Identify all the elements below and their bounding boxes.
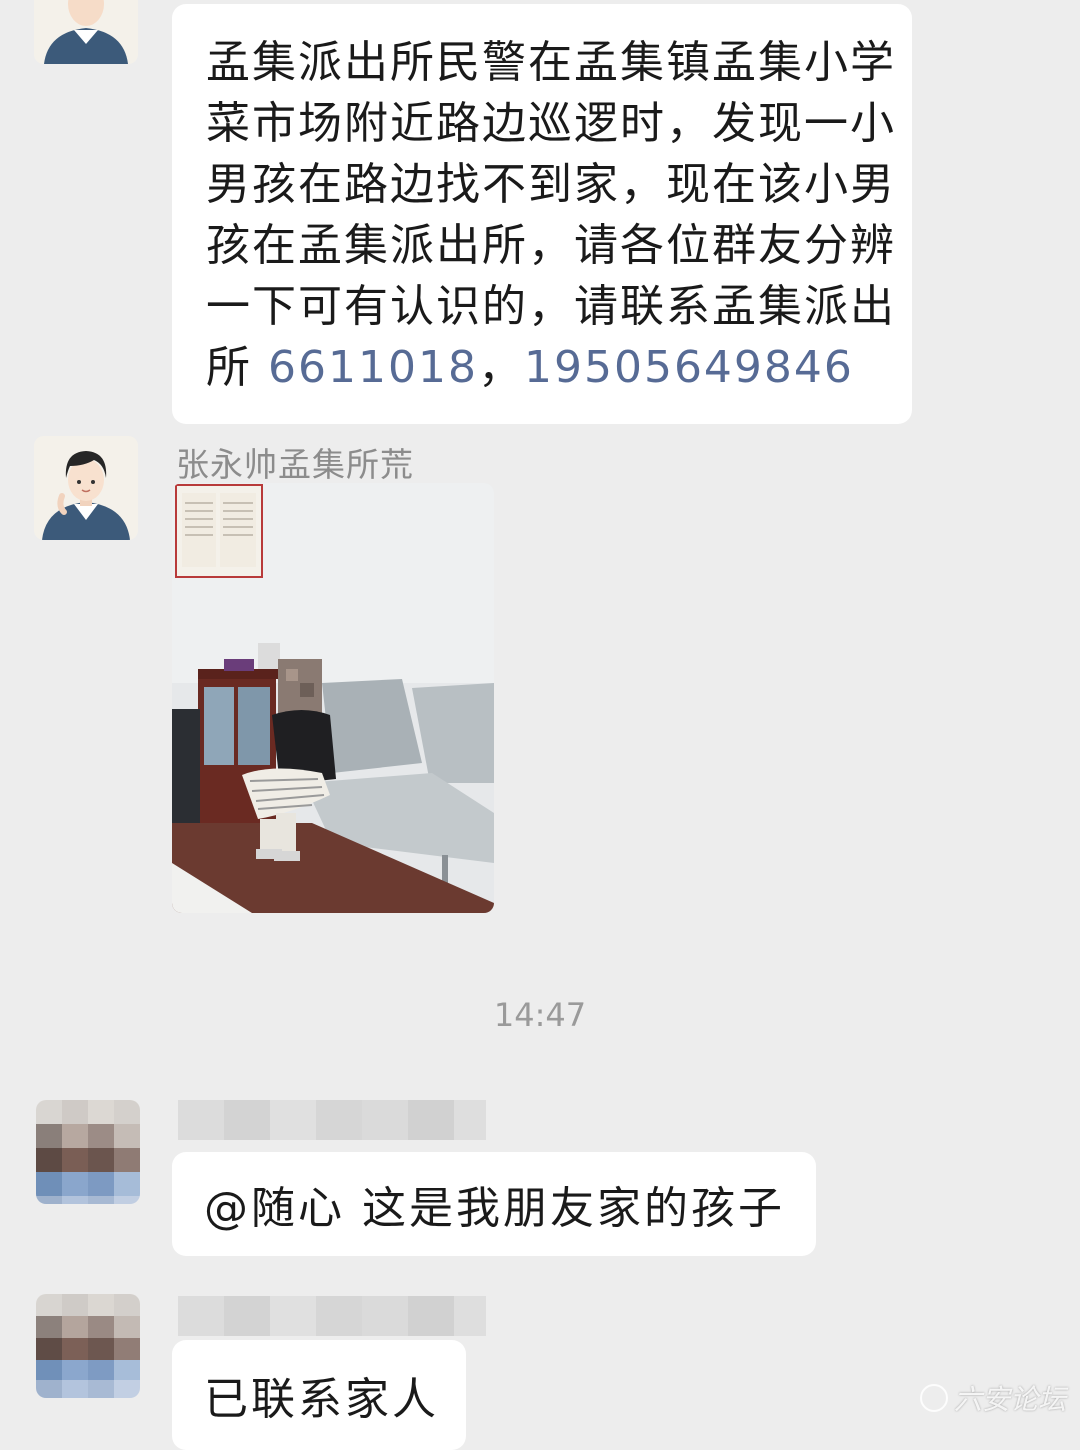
blurred-sender-name: [178, 1100, 486, 1140]
watermark: 六安论坛: [919, 1378, 1066, 1418]
image-message[interactable]: [172, 483, 494, 913]
watermark-logo-icon: [919, 1384, 948, 1412]
timestamp: 14:47: [493, 996, 587, 1034]
message-line: 一下可有认识的，请联系孟集派出: [206, 281, 896, 332]
sender-avatar[interactable]: [34, 436, 138, 540]
message-line: 孩在孟集派出所，请各位群友分辨: [206, 220, 896, 271]
message-line: 孟集派出所民警在孟集镇孟集小学: [206, 37, 896, 88]
sender-name: 张永帅孟集所荒: [176, 445, 414, 484]
message-text: 已联系家人: [204, 1374, 439, 1425]
sender-avatar[interactable]: [36, 1100, 140, 1204]
blurred-sender-name: [178, 1296, 486, 1336]
phone-link[interactable]: 6611018: [268, 342, 478, 393]
message-line-last: 所 6611018，19505649846: [206, 337, 878, 398]
message-line: 菜市场附近路边巡逻时，发现一小: [206, 98, 896, 149]
message-bubble[interactable]: 已联系家人: [172, 1340, 466, 1450]
separator-text: ，: [477, 342, 524, 393]
message-bubble[interactable]: @随心 这是我朋友家的孩子: [172, 1152, 816, 1256]
message-line: 男孩在路边找不到家，现在该小男: [206, 159, 896, 210]
message-text: @随心 这是我朋友家的孩子: [204, 1183, 785, 1234]
sender-avatar[interactable]: [36, 1294, 140, 1398]
phone-link[interactable]: 19505649846: [524, 342, 854, 393]
message-text: 所: [206, 342, 268, 393]
sender-avatar[interactable]: [34, 0, 138, 64]
watermark-text: 六安论坛: [953, 1383, 1066, 1416]
message-bubble[interactable]: 孟集派出所民警在孟集镇孟集小学 菜市场附近路边巡逻时，发现一小 男孩在路边找不到…: [172, 4, 912, 424]
